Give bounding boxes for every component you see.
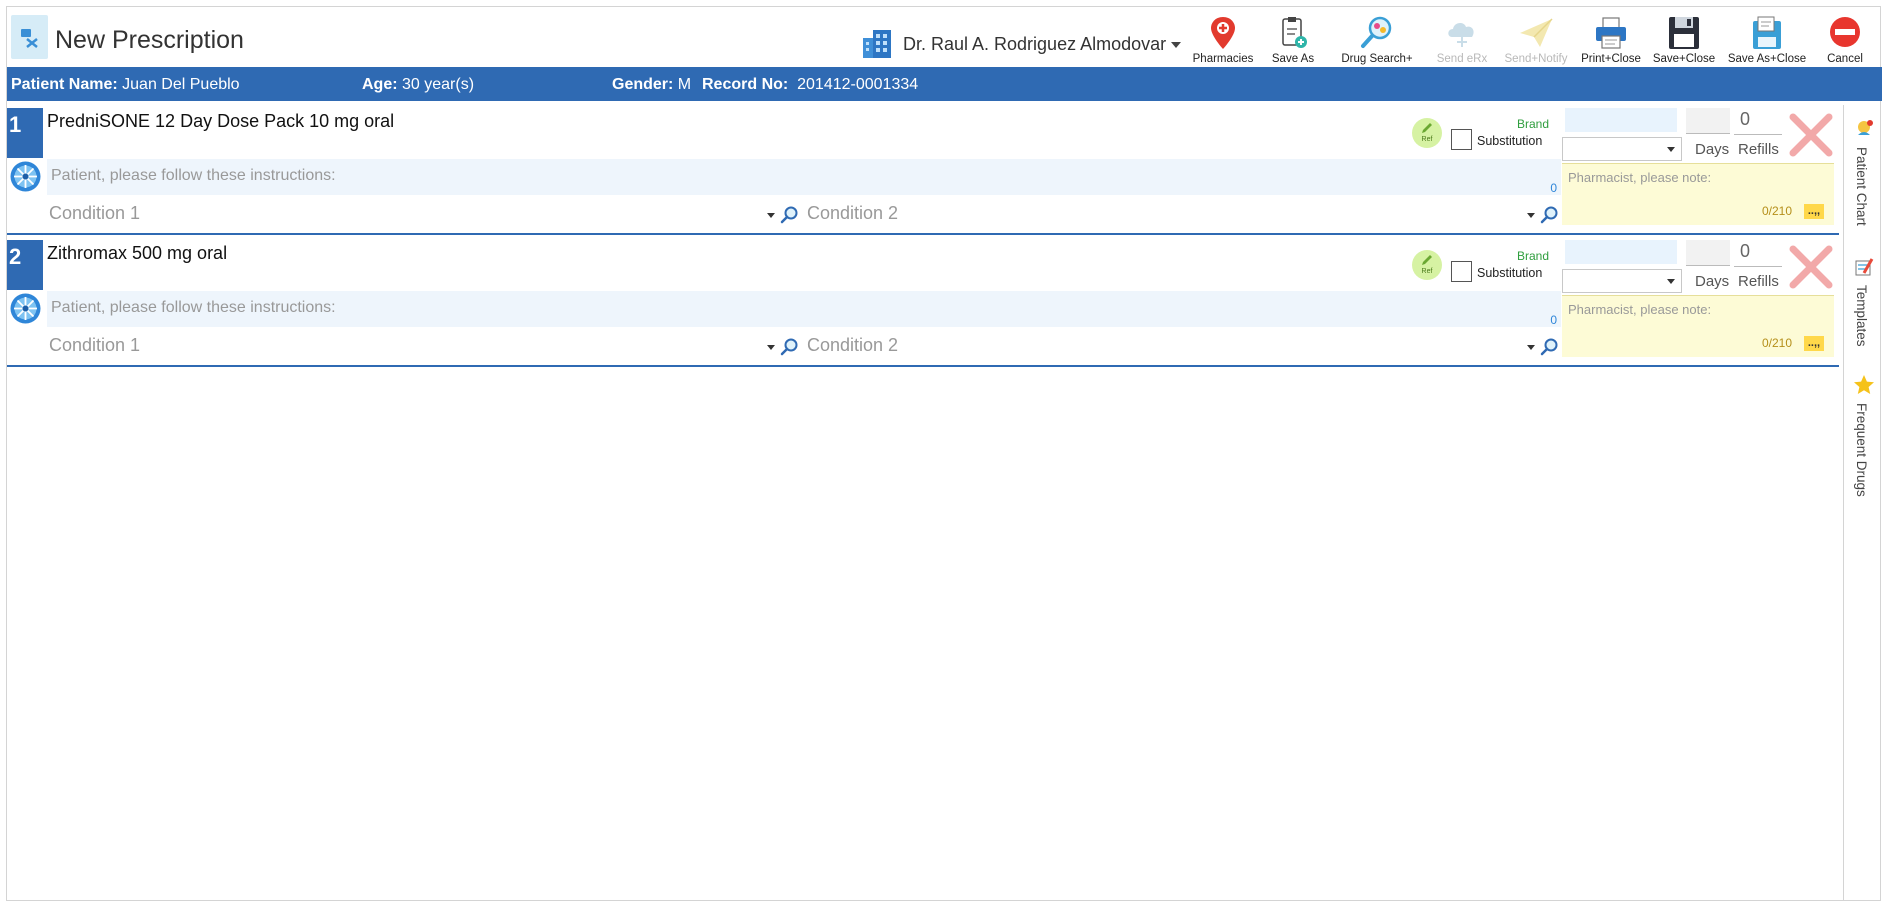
- cancel-button[interactable]: Cancel: [1817, 11, 1873, 66]
- pharmacist-note-input[interactable]: Pharmacist, please note: 0/210 ..,,: [1562, 295, 1834, 357]
- save-as-button[interactable]: Save As: [1259, 11, 1327, 66]
- instructions-char-count: 0: [1550, 313, 1557, 327]
- templates-tab[interactable]: Templates: [1844, 255, 1880, 365]
- save-close-button[interactable]: Save+Close: [1649, 11, 1719, 66]
- doctor-name: Dr. Raul A. Rodriguez Almodovar: [903, 34, 1167, 54]
- patient-info-bar: Patient Name: Juan Del Pueblo Age: 30 ye…: [7, 67, 1882, 101]
- patient-gender: Gender: M: [612, 76, 692, 93]
- prescription-item: 2 Zithromax 500 mg oral Patient, please …: [7, 237, 1839, 367]
- quote-icon[interactable]: ..,,: [1804, 204, 1824, 219]
- substitution-label: Substitution: [1477, 266, 1543, 280]
- unit-select[interactable]: [1562, 137, 1682, 161]
- prescription-list: 1 PredniSONE 12 Day Dose Pack 10 mg oral…: [7, 105, 1839, 900]
- patient-chart-tab[interactable]: Patient Chart: [1844, 117, 1880, 227]
- brand-label: Brand: [1517, 117, 1550, 131]
- star-icon: [1854, 375, 1874, 394]
- prescription-window: New Prescription Dr. Raul A. Rodriguez A…: [6, 6, 1882, 901]
- frequent-drugs-tab[interactable]: Frequent Drugs: [1844, 373, 1880, 513]
- search-icon[interactable]: [1539, 205, 1559, 225]
- map-pin-icon: [1211, 17, 1235, 49]
- cloud-icon: [1448, 23, 1474, 47]
- save-as-icon: [1753, 16, 1781, 49]
- substitution-checkbox[interactable]: [1451, 129, 1472, 150]
- instructions-wheel-icon: [10, 293, 41, 324]
- chevron-down-icon: [1527, 345, 1535, 350]
- condition-1-select[interactable]: Condition 1: [49, 203, 798, 229]
- send-erx-button[interactable]: Send eRx: [1427, 11, 1497, 66]
- substitution-checkbox[interactable]: [1451, 261, 1472, 282]
- refills-label: Refills: [1738, 141, 1779, 158]
- chevron-down-icon: [1171, 42, 1181, 48]
- chevron-down-icon: [767, 345, 775, 350]
- print-close-button[interactable]: Print+Close: [1575, 11, 1647, 66]
- delete-prescription-icon[interactable]: [1787, 243, 1835, 291]
- days-input[interactable]: [1686, 240, 1730, 266]
- pencil-icon: [1422, 123, 1432, 133]
- patient-record-number: Record No: 201412-0001334: [702, 76, 919, 93]
- patient-instructions-input[interactable]: Patient, please follow these instruction…: [47, 291, 1561, 327]
- chevron-down-icon: [1527, 213, 1535, 218]
- search-icon: [1361, 16, 1392, 48]
- patient-instructions-input[interactable]: Patient, please follow these instruction…: [47, 159, 1561, 195]
- chevron-down-icon: [767, 213, 775, 218]
- instructions-char-count: 0: [1550, 181, 1557, 195]
- prescription-icon: [11, 15, 48, 59]
- stop-icon: [1830, 17, 1860, 47]
- prescription-item: 1 PredniSONE 12 Day Dose Pack 10 mg oral…: [7, 105, 1839, 235]
- side-panel: Patient Chart Templates Frequent Drugs: [1843, 105, 1879, 900]
- condition-2-select[interactable]: Condition 2: [807, 335, 1562, 361]
- send-notify-button[interactable]: Send+Notify: [1499, 11, 1573, 66]
- paper-plane-icon: [1520, 18, 1553, 47]
- pharmacist-char-count: 0/210: [1762, 336, 1793, 350]
- clipboard-add-icon: [1282, 17, 1307, 48]
- search-icon[interactable]: [779, 205, 799, 225]
- condition-1-select[interactable]: Condition 1: [49, 335, 798, 361]
- unit-select[interactable]: [1562, 269, 1682, 293]
- reference-button[interactable]: Ref: [1412, 250, 1442, 280]
- delete-prescription-icon[interactable]: [1787, 111, 1835, 159]
- save-as-close-button[interactable]: Save As+Close: [1722, 11, 1812, 66]
- quantity-input[interactable]: [1565, 108, 1677, 132]
- refills-label: Refills: [1738, 273, 1779, 290]
- reference-button[interactable]: Ref: [1412, 118, 1442, 148]
- refills-input[interactable]: 0: [1734, 241, 1782, 267]
- doctor-selector[interactable]: Dr. Raul A. Rodriguez Almodovar: [857, 20, 1182, 68]
- condition-2-select[interactable]: Condition 2: [807, 203, 1562, 229]
- days-input[interactable]: [1686, 108, 1730, 134]
- refills-input[interactable]: 0: [1734, 109, 1782, 135]
- pharmacist-char-count: 0/210: [1762, 204, 1793, 218]
- header: New Prescription Dr. Raul A. Rodriguez A…: [7, 7, 1880, 68]
- drug-name[interactable]: Zithromax 500 mg oral: [47, 243, 227, 264]
- search-icon[interactable]: [1539, 337, 1559, 357]
- chevron-down-icon: [1667, 147, 1675, 152]
- patient-age: Age: 30 year(s): [362, 76, 475, 93]
- days-label: Days: [1695, 273, 1730, 290]
- templates-icon: [1855, 258, 1874, 276]
- prescription-number: 2: [7, 240, 43, 290]
- quote-icon[interactable]: ..,,: [1804, 336, 1824, 351]
- pharmacist-note-input[interactable]: Pharmacist, please note: 0/210 ..,,: [1562, 163, 1834, 225]
- chevron-down-icon: [1667, 279, 1675, 284]
- floppy-disk-icon: [1669, 17, 1699, 49]
- substitution-label: Substitution: [1477, 134, 1543, 148]
- pencil-icon: [1422, 255, 1432, 265]
- days-label: Days: [1695, 141, 1730, 158]
- prescription-number: 1: [7, 108, 43, 158]
- printer-icon: [1596, 17, 1626, 49]
- search-icon[interactable]: [779, 337, 799, 357]
- patient-chart-icon: [1858, 120, 1873, 135]
- instructions-wheel-icon: [10, 161, 41, 192]
- pharmacies-button[interactable]: Pharmacies: [1187, 11, 1259, 66]
- drug-name[interactable]: PredniSONE 12 Day Dose Pack 10 mg oral: [47, 111, 394, 132]
- patient-name: Patient Name: Juan Del Pueblo: [11, 76, 240, 93]
- drug-search-button[interactable]: Drug Search+: [1332, 11, 1422, 66]
- page-title: New Prescription: [55, 26, 244, 54]
- brand-label: Brand: [1517, 249, 1550, 263]
- quantity-input[interactable]: [1565, 240, 1677, 264]
- building-icon: [863, 30, 891, 58]
